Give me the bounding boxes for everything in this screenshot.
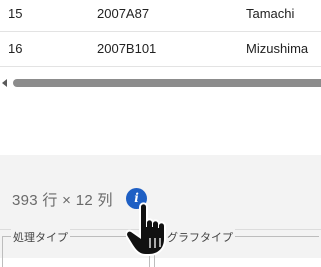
row-count-label: 393 行 × 12 列 <box>12 192 113 209</box>
table-cell-location: Mizushima <box>246 41 309 56</box>
table-cell-location: Tamachi <box>246 6 295 21</box>
table-row[interactable]: 15 2007A87 Tamachi <box>0 0 321 32</box>
scroll-left-icon[interactable] <box>2 79 7 87</box>
hand-pointer-cursor-icon <box>126 202 166 256</box>
table-cell-code: 2007A87 <box>97 6 150 21</box>
horizontal-scrollbar[interactable] <box>0 77 321 89</box>
process-type-label: 処理タイプ <box>11 229 70 245</box>
table-cell-code: 2007B101 <box>97 41 157 56</box>
data-table: 15 2007A87 Tamachi 16 2007B101 Mizushima <box>0 0 321 71</box>
graph-type-group: グラフタイプ <box>154 229 319 267</box>
table-cell-index: 16 <box>8 41 23 56</box>
table-row[interactable]: 16 2007B101 Mizushima <box>0 32 321 67</box>
graph-type-label: グラフタイプ <box>165 229 235 245</box>
scrollbar-thumb[interactable] <box>13 79 321 87</box>
table-cell-index: 15 <box>8 6 23 21</box>
